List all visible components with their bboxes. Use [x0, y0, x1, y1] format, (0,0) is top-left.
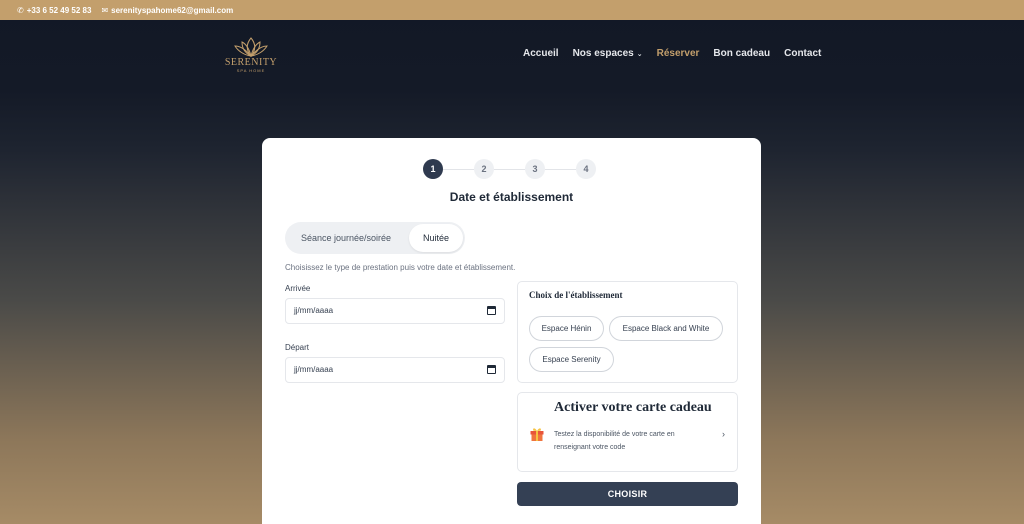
envelope-icon: ✉	[101, 5, 109, 15]
establishment-title: Choix de l'établissement	[529, 290, 623, 300]
arrival-date-input[interactable]: jj/mm/aaaa	[285, 298, 505, 324]
gift-card-description: Testez la disponibilité de votre carte e…	[554, 431, 675, 451]
chevron-right-icon[interactable]: ›	[722, 429, 725, 439]
phone-icon: ✆	[17, 5, 24, 15]
step-3: 3	[525, 159, 545, 179]
nav-nos-espaces-label: Nos espaces	[572, 48, 634, 59]
chevron-down-icon: ⌄	[636, 51, 643, 58]
logo-name: SERENITY	[224, 57, 278, 68]
step-2: 2	[474, 159, 494, 179]
arrival-date-placeholder: jj/mm/aaaa	[294, 306, 334, 315]
nav-accueil[interactable]: Accueil	[523, 48, 559, 59]
gift-card-title: Activer votre carte cadeau	[554, 400, 712, 415]
logo-subtitle: SPA HOME	[236, 68, 266, 73]
phone-number: +33 6 52 49 52 83	[26, 5, 92, 15]
step-connector	[545, 168, 576, 170]
gift-card-panel[interactable]: Activer votre carte cadeau Testez la dis…	[517, 392, 738, 472]
nav-contact[interactable]: Contact	[784, 48, 821, 59]
calendar-icon[interactable]	[487, 306, 496, 315]
option-espace-serenity[interactable]: Espace Serenity	[529, 347, 614, 372]
site-header: SERENITY SPA HOME Accueil Nos espaces ⌄ R…	[0, 20, 1024, 90]
step-4: 4	[576, 159, 596, 179]
form-title: Date et établissement	[449, 190, 574, 204]
departure-label: Départ	[285, 343, 310, 352]
email-contact[interactable]: ✉ serenityspahome62@gmail.com	[101, 6, 233, 15]
calendar-icon[interactable]	[487, 365, 496, 374]
top-bar: ✆ +33 6 52 49 52 83 ✉ serenityspahome62@…	[0, 0, 1024, 20]
step-connector	[443, 168, 474, 170]
departure-date-input[interactable]: jj/mm/aaaa	[285, 357, 505, 383]
phone-contact[interactable]: ✆ +33 6 52 49 52 83	[17, 6, 91, 15]
arrival-label: Arrivée	[285, 284, 311, 293]
option-nuitee[interactable]: Nuitée	[409, 224, 463, 252]
nav-bon-cadeau[interactable]: Bon cadeau	[713, 48, 770, 59]
establishment-panel: Choix de l'établissement Espace Hénin Es…	[517, 281, 738, 383]
nav-nos-espaces[interactable]: Nos espaces ⌄	[573, 48, 643, 59]
step-1: 1	[423, 159, 443, 179]
nav-reserver[interactable]: Réserver	[657, 48, 700, 59]
option-espace-henin[interactable]: Espace Hénin	[529, 316, 604, 341]
stepper: 1 2 3 4	[423, 159, 596, 179]
main-nav: Accueil Nos espaces ⌄ Réserver Bon cadeau…	[523, 48, 821, 59]
booking-card: 1 2 3 4 Date et établissement Séance jou…	[262, 138, 761, 524]
email-address: serenityspahome62@gmail.com	[111, 5, 234, 15]
option-espace-black-and-white[interactable]: Espace Black and White	[609, 316, 723, 341]
option-seance[interactable]: Séance journée/soirée	[301, 222, 391, 254]
gift-icon	[530, 428, 544, 441]
form-hint: Choisissez le type de prestation puis vo…	[285, 263, 516, 272]
service-type-toggle: Séance journée/soirée Nuitée	[285, 222, 465, 254]
logo[interactable]: SERENITY SPA HOME	[223, 36, 279, 76]
departure-date-placeholder: jj/mm/aaaa	[294, 365, 334, 374]
choose-button[interactable]: CHOISIR	[517, 482, 738, 506]
step-connector	[494, 168, 525, 170]
lotus-icon	[234, 37, 268, 57]
